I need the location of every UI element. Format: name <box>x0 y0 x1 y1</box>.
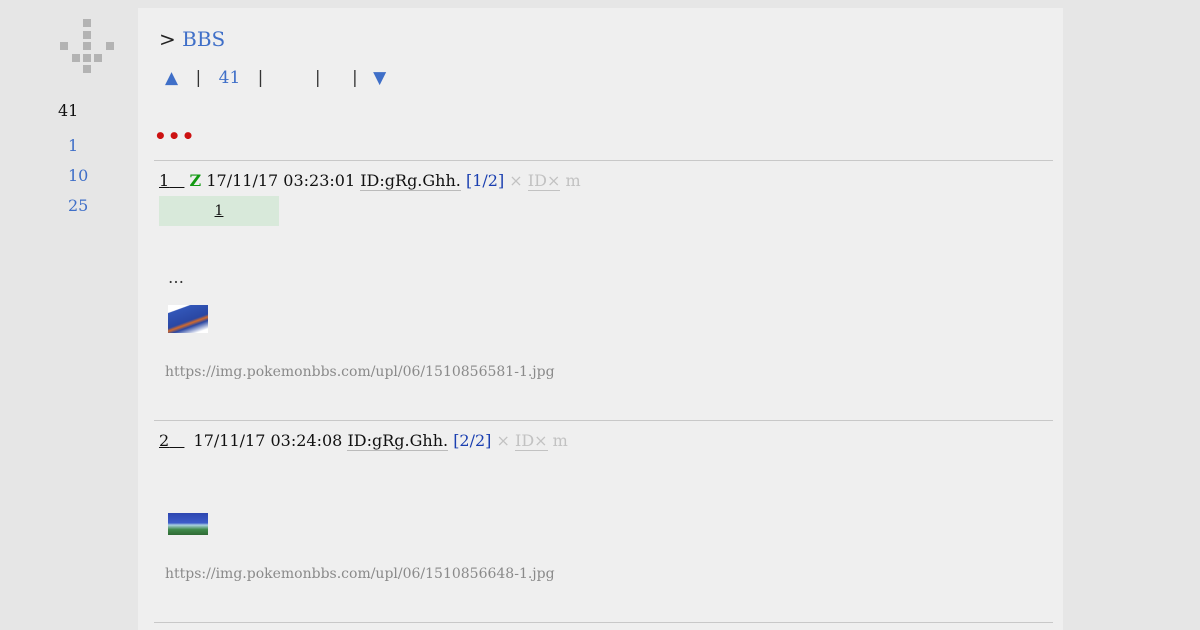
nav-separator: | <box>257 68 264 88</box>
hide-id-button[interactable]: ID× <box>527 171 561 191</box>
poster-id[interactable]: ID:gRg.Ghh. <box>347 431 449 451</box>
show-1-link[interactable]: 1 <box>68 136 88 166</box>
scroll-bottom-icon[interactable]: ▼ <box>373 68 386 88</box>
bbs-link[interactable]: BBS <box>182 27 225 51</box>
breadcrumb: > BBS <box>159 27 225 51</box>
scroll-top-icon[interactable]: ▲ <box>165 68 178 88</box>
main-panel: > BBS ▲ | 41 | | | ▼ ••• 1 Z 17/11/17 03… <box>138 8 1063 630</box>
thread-count: 41 <box>58 101 79 120</box>
notice-dots[interactable]: ••• <box>154 124 195 148</box>
nav-separator: | <box>351 68 358 88</box>
post-image-thumbnail[interactable] <box>168 513 208 535</box>
divider <box>154 160 1053 161</box>
hide-id-button[interactable]: ID× <box>515 431 548 451</box>
show-25-link[interactable]: 25 <box>68 196 88 226</box>
show-10-link[interactable]: 10 <box>68 166 88 196</box>
post-datetime: 17/11/17 03:23:01 <box>206 171 356 190</box>
nav-separator: | <box>195 68 202 88</box>
reply-count-box[interactable]: 1 <box>159 196 279 226</box>
mark-button[interactable]: m <box>553 431 568 450</box>
breadcrumb-prefix: > <box>159 27 176 51</box>
post-number[interactable]: 1 <box>159 171 169 190</box>
poster-name: Z <box>189 171 202 190</box>
divider <box>154 622 1053 623</box>
post-image-thumbnail[interactable] <box>168 305 208 333</box>
poster-id[interactable]: ID:gRg.Ghh. <box>360 171 461 191</box>
post-ref-link[interactable]: [2/2] <box>453 431 491 450</box>
post-number[interactable]: 2 <box>159 431 169 450</box>
display-count-links: 1 10 25 <box>68 136 88 226</box>
post-header: 1 Z 17/11/17 03:23:01 ID:gRg.Ghh. [1/2] … <box>159 171 1049 191</box>
post-ref-link[interactable]: [1/2] <box>466 171 504 190</box>
post: 1 Z 17/11/17 03:23:01 ID:gRg.Ghh. [1/2] … <box>159 171 1049 226</box>
mark-button[interactable]: m <box>565 171 580 190</box>
reply-count[interactable]: 1 <box>215 203 224 219</box>
image-url-link[interactable]: https://img.pokemonbbs.com/upl/06/151085… <box>165 566 555 582</box>
post-count-link[interactable]: 41 <box>219 68 241 88</box>
thread-nav: ▲ | 41 | | | ▼ <box>165 68 386 88</box>
post-body-text: … <box>168 268 184 287</box>
post-datetime: 17/11/17 03:24:08 <box>193 431 343 450</box>
site-logo-icon[interactable] <box>58 17 116 75</box>
image-url-link[interactable]: https://img.pokemonbbs.com/upl/06/151085… <box>165 364 555 380</box>
post-header: 2 17/11/17 03:24:08 ID:gRg.Ghh. [2/2] × … <box>159 431 1049 451</box>
post: 2 17/11/17 03:24:08 ID:gRg.Ghh. [2/2] × … <box>159 431 1049 451</box>
hide-post-button[interactable]: × <box>509 171 522 190</box>
divider <box>154 420 1053 421</box>
nav-separator: | <box>314 68 321 88</box>
hide-post-button[interactable]: × <box>497 431 510 450</box>
